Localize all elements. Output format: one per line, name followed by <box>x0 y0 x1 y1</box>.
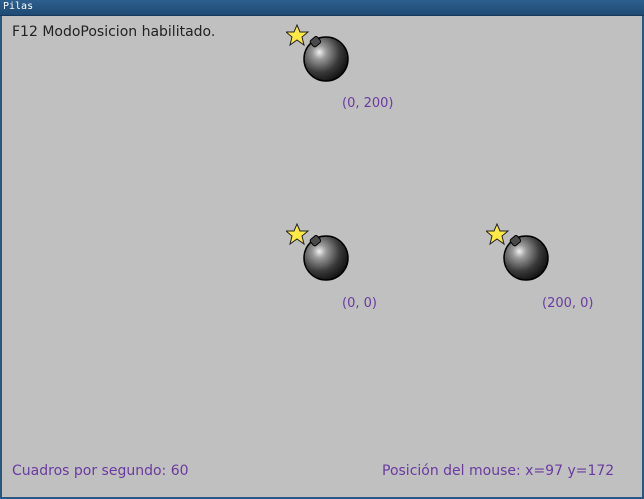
game-canvas[interactable]: F12 ModoPosicion habilitado. (0, 200) (0… <box>2 16 642 497</box>
fps-counter: Cuadros por segundo: 60 <box>12 463 189 479</box>
title-bar[interactable]: Pilas <box>0 0 644 16</box>
position-label: (0, 0) <box>342 296 377 311</box>
mode-message: F12 ModoPosicion habilitado. <box>12 24 216 40</box>
position-label: (0, 200) <box>342 96 394 111</box>
game-window: Pilas F12 ModoPosicion habilitado. (0, 2… <box>0 0 644 499</box>
window-title: Pilas <box>3 1 34 12</box>
bomb-icon[interactable] <box>286 24 350 84</box>
mouse-position: Posición del mouse: x=97 y=172 <box>382 463 615 479</box>
bomb-icon[interactable] <box>286 223 350 283</box>
position-label: (200, 0) <box>542 296 594 311</box>
bomb-icon[interactable] <box>486 223 550 283</box>
